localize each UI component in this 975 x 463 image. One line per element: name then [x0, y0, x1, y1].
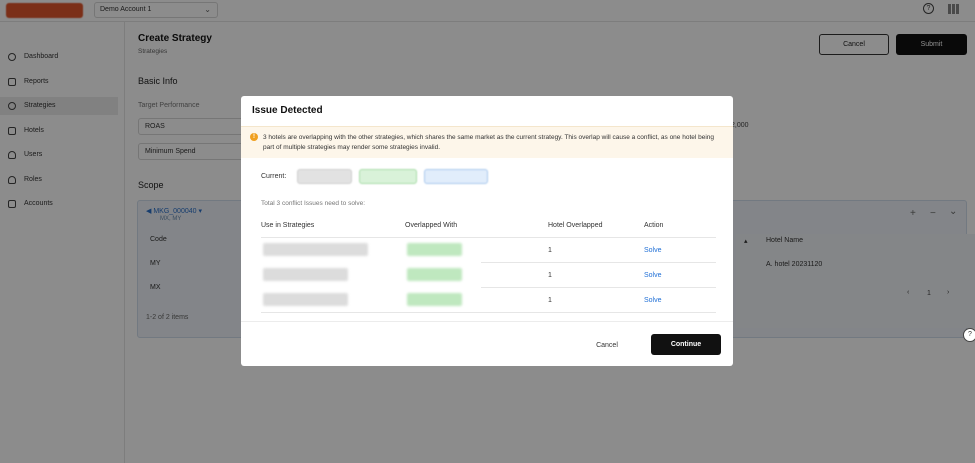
current-market-chip	[359, 169, 417, 184]
current-label: Current:	[261, 173, 287, 180]
use-in-strategies-header: Use in Strategies	[261, 222, 315, 229]
table-divider	[481, 262, 716, 263]
warning-text: 3 hotels are overlapping with the other …	[263, 134, 715, 151]
dialog-title: Issue Detected	[252, 105, 323, 116]
hotel-overlapped-header: Hotel Overlapped	[548, 222, 603, 229]
hotel-count-cell: 1	[548, 297, 552, 304]
table-divider	[261, 237, 716, 238]
conflict-summary: Total 3 conflict Issues need to solve:	[261, 200, 366, 207]
current-strategy-chip	[297, 169, 352, 184]
solve-link[interactable]: Solve	[644, 297, 662, 304]
floating-help-icon[interactable]: ?	[963, 328, 975, 342]
hotel-count-cell: 1	[548, 247, 552, 254]
overlapped-strategy-cell	[407, 243, 462, 256]
overlapped-strategy-cell	[407, 293, 462, 306]
solve-link[interactable]: Solve	[644, 247, 662, 254]
solve-link[interactable]: Solve	[644, 272, 662, 279]
strategy-name-cell	[263, 268, 348, 281]
hotel-count-cell: 1	[548, 272, 552, 279]
strategy-name-cell	[263, 293, 348, 306]
issue-dialog: Issue Detected ! 3 hotels are overlappin…	[241, 96, 733, 366]
current-hotel-chip	[424, 169, 488, 184]
overlapped-strategy-cell	[407, 268, 462, 281]
dialog-footer-divider	[241, 321, 733, 322]
table-divider	[481, 287, 716, 288]
strategy-name-cell	[263, 243, 368, 256]
dialog-cancel-button[interactable]: Cancel	[579, 338, 635, 354]
warning-icon: !	[250, 133, 258, 141]
overlapped-with-header: Overlapped With	[405, 222, 458, 229]
action-header: Action	[644, 222, 664, 229]
warning-banner: ! 3 hotels are overlapping with the othe…	[241, 126, 733, 158]
continue-button[interactable]: Continue	[651, 334, 721, 355]
table-divider	[261, 312, 716, 313]
